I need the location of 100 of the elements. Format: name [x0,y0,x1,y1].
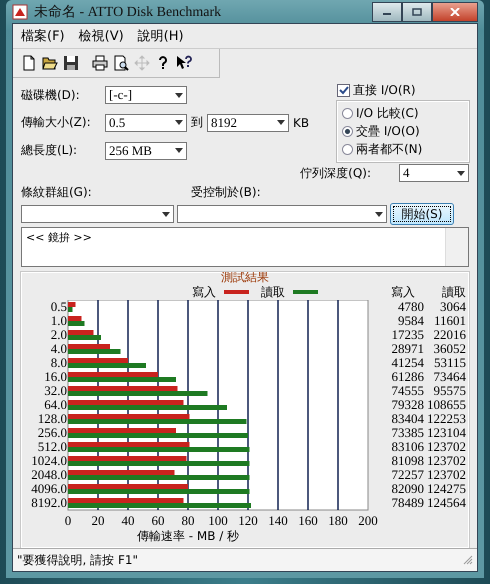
tick-label: 0 [64,513,72,528]
category-label: 0.5 [50,300,67,314]
radio-label: 兩者都不(N) [356,141,422,158]
radio-button[interactable] [342,108,353,119]
checkbox[interactable] [337,84,350,97]
table-cell-text: 122253 [426,412,466,426]
table-cell-text: 28971 [390,342,424,356]
table-cell-text: 72257 [390,468,424,482]
printer-icon[interactable] [92,55,108,71]
caret-icon [175,120,183,126]
category-label: 4.0 [50,341,67,356]
caret-icon [277,120,285,126]
minimize-button[interactable] [372,2,402,22]
dropdown[interactable] [21,205,174,223]
table-cell-text: 95575 [432,384,466,398]
table-cell-text: 123702 [426,468,466,482]
scrollbar[interactable] [445,228,468,266]
tick-label: 60 [152,513,164,528]
caret-icon [375,212,383,216]
tick-label: 40 [122,513,134,528]
unit-label: KB [293,116,310,130]
app-icon [12,4,28,20]
tick-label: 140 [268,513,288,528]
table-cell-text: 108655 [426,398,466,412]
table-cell-text: 74555 [390,384,424,398]
dropdown[interactable] [177,205,387,223]
tick-label: 20 [92,513,104,528]
category-label: 16.0 [44,369,67,384]
write-bar [68,316,82,321]
description-field[interactable]: << 鏡拚 >> [21,227,469,267]
table-cell-text: 79328 [390,398,424,412]
table-cell-text: 123702 [426,440,466,454]
category-label: 4096.0 [31,481,67,496]
category-label: 1024.0 [31,453,67,468]
start-button[interactable]: 開始(S) [390,203,454,225]
category-label: 64.0 [44,397,67,412]
caret-icon [175,92,183,98]
field-label: 磁碟機(D): [21,86,81,104]
table-cell-text: 124275 [426,482,466,496]
field-label: 總長度(L): [21,142,78,160]
queue-depth-dropdown[interactable]: 4 [399,164,469,182]
read-bar [68,349,120,354]
menu-item[interactable]: 說明(H) [138,27,184,45]
status-text: "要獲得說明, 請按 F1" [17,552,138,568]
tick-label: 80 [182,513,194,528]
drive-dropdown[interactable]: [-c-] [105,86,187,104]
pointer-question-icon[interactable] [176,55,192,71]
table-cell-text: 36052 [432,342,466,356]
legend-label: 寫入 [192,284,216,300]
field-label: 條紋群組(G): [21,184,93,201]
table-cell-text: 73385 [390,426,424,440]
legend-label: 讀取 [261,284,285,300]
table-cell-text: 83404 [390,412,424,426]
tick-label: 200 [358,513,378,528]
menu-item[interactable]: 檢視(V) [78,27,124,45]
category-label: 2048.0 [31,467,67,482]
size-grip-icon[interactable] [463,555,473,565]
write-bar [68,358,128,363]
maximize-button[interactable] [402,2,432,22]
dropdown[interactable]: 8192 [207,114,289,132]
category-label: 8192.0 [31,495,67,510]
field-label: 到 [191,114,203,132]
close-icon [450,8,460,16]
write-bar [68,302,76,307]
close-button[interactable] [432,2,478,22]
table-cell-text: 11601 [432,314,466,328]
table-cell-text: 123104 [426,426,466,440]
caret-icon [457,170,465,176]
radio-button[interactable] [342,144,353,155]
read-bar [68,335,101,340]
category-label: 8.0 [50,355,67,370]
write-bar [68,330,94,335]
field-label: 傳輸大小(Z): [21,114,92,132]
radio-label: I/O 比較(C) [356,105,419,122]
category-label: 128.0 [38,411,67,426]
folder-icon[interactable] [42,55,58,71]
dropdown[interactable]: 0.5 [105,114,187,132]
menu-item[interactable]: 檔案(F) [21,27,65,45]
table-cell-text: 124564 [426,496,466,510]
radio-label: 交疊 I/O(O) [356,123,420,140]
caret-icon [162,212,170,216]
table-cell-text: 9584 [397,314,424,328]
window-title: 未命名 - ATTO Disk Benchmark [34,4,222,20]
page-magnifier-icon[interactable] [113,55,129,71]
category-label: 2.0 [50,327,67,342]
field-label: 佇列深度(Q): [300,164,371,182]
page-icon[interactable] [21,55,37,71]
tick-label: 160 [298,513,318,528]
column-header: 讀取 [441,284,466,300]
tick-label: 120 [238,513,258,528]
column-header: 寫入 [390,284,416,300]
category-label: 1.0 [50,313,67,328]
dropdown[interactable]: 256 MB [105,142,187,160]
table-cell-text: 78489 [390,496,424,510]
table-cell-text: 3064 [439,300,466,314]
radio-button[interactable] [342,126,353,137]
table-cell-text: 82090 [390,482,424,496]
category-label: 512.0 [38,439,67,454]
table-cell-text: 22016 [432,328,466,342]
tick-label: 100 [208,513,228,528]
